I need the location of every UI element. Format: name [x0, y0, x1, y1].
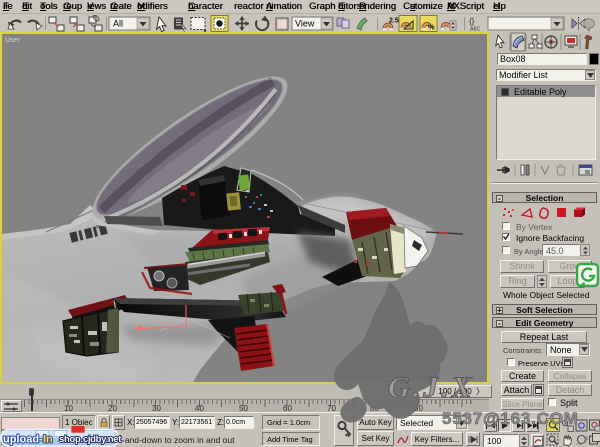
svg-text:All: All [113, 19, 123, 29]
svg-text:In: In [43, 434, 53, 446]
svg-text:View: View [295, 19, 315, 29]
svg-text:%: % [428, 23, 435, 32]
svg-text:2.5: 2.5 [389, 18, 399, 25]
svg-text:shop.cjdby.net: shop.cjdby.net [59, 434, 122, 445]
svg-text:{}: {} [469, 17, 475, 26]
svg-text:5537@163.COM: 5537@163.COM [442, 409, 579, 428]
svg-text:upload-: upload- [3, 434, 43, 446]
svg-text:G.J.X: G.J.X [388, 371, 475, 404]
